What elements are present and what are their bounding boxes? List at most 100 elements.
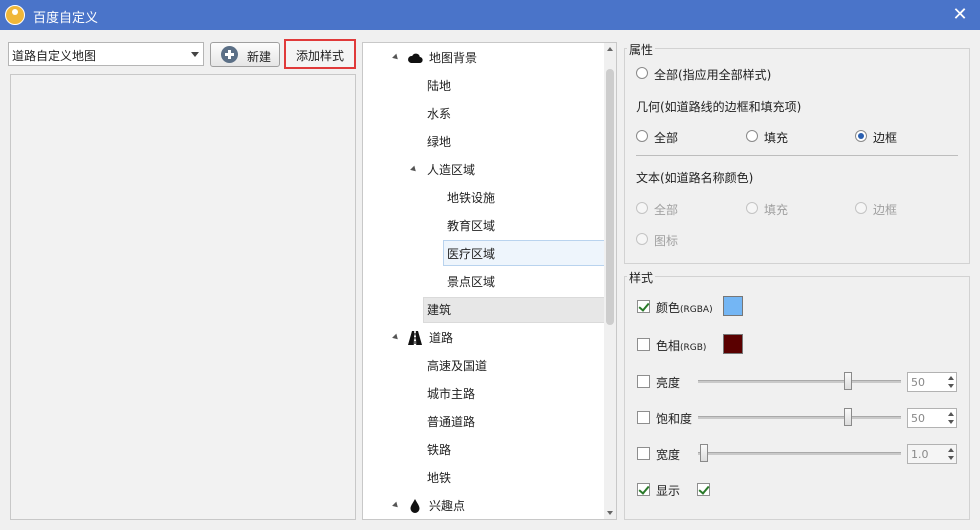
- apply-all-label: 全部(指应用全部样式): [654, 68, 772, 82]
- close-button[interactable]: ✕: [948, 3, 972, 27]
- scroll-down-icon[interactable]: [607, 511, 613, 515]
- width-value: 1.0: [911, 448, 929, 461]
- tree-item-local-road[interactable]: 普通道路: [427, 410, 577, 434]
- spin-up-icon[interactable]: [948, 448, 954, 452]
- tree-item-subway[interactable]: 地铁: [427, 466, 577, 490]
- tree-item-label: 兴趣点: [429, 499, 466, 513]
- width-slider-thumb[interactable]: [700, 444, 708, 462]
- tree-scrollbar[interactable]: [604, 43, 616, 519]
- chevron-down-icon: [191, 52, 199, 57]
- tree-item-map-background[interactable]: 地图背景: [392, 46, 593, 70]
- geometry-border-label: 边框: [873, 131, 898, 145]
- text-title: 文本(如道路名称颜色): [636, 171, 754, 185]
- tree-item-label: 绿地: [427, 135, 452, 149]
- tree-item-label: 普通道路: [427, 415, 476, 429]
- tree-item-medical[interactable]: 医疗区域: [447, 242, 597, 266]
- hue-checkbox[interactable]: [637, 338, 650, 351]
- visible-checkbox[interactable]: [637, 483, 650, 496]
- spin-up-icon[interactable]: [948, 376, 954, 380]
- style-title: 样式: [627, 269, 656, 286]
- plus-icon: [221, 46, 238, 63]
- geometry-fill-label: 填充: [764, 131, 789, 145]
- tree-item-road[interactable]: 道路: [392, 326, 593, 350]
- color-swatch[interactable]: [723, 296, 743, 316]
- properties-title: 属性: [627, 41, 656, 58]
- saturation-spinbox[interactable]: 50: [907, 408, 957, 428]
- tree-item-green[interactable]: 绿地: [427, 130, 577, 154]
- tree-item-label: 铁路: [427, 443, 452, 457]
- app-logo-icon: [5, 5, 25, 25]
- radio-text-fill[interactable]: [746, 202, 758, 214]
- tree-item-land[interactable]: 陆地: [427, 74, 577, 98]
- radio-text-all[interactable]: [636, 202, 648, 214]
- tree-item-label: 建筑: [427, 303, 452, 317]
- tree-item-label: 地铁: [427, 471, 452, 485]
- tree-item-label: 城市主路: [427, 387, 476, 401]
- radio-text-border[interactable]: [855, 202, 867, 214]
- expand-icon[interactable]: [392, 501, 400, 510]
- text-icon-label: 图标: [654, 234, 679, 248]
- brightness-slider-thumb[interactable]: [844, 372, 852, 390]
- expand-icon[interactable]: [410, 165, 418, 174]
- radio-apply-all[interactable]: [636, 67, 648, 79]
- width-slider[interactable]: [698, 452, 901, 455]
- tree-item-subway-facility[interactable]: 地铁设施: [447, 186, 597, 210]
- spin-down-icon[interactable]: [948, 456, 954, 460]
- tree-item-label: 陆地: [427, 79, 452, 93]
- tree-item-education[interactable]: 教育区域: [447, 214, 597, 238]
- spin-up-icon[interactable]: [948, 412, 954, 416]
- spin-down-icon[interactable]: [948, 420, 954, 424]
- radio-geometry-border[interactable]: [855, 130, 867, 142]
- geometry-all-label: 全部: [654, 131, 679, 145]
- window-title: 百度自定义: [33, 11, 99, 26]
- text-fill-label: 填充: [764, 203, 789, 217]
- brightness-slider[interactable]: [698, 380, 901, 383]
- tree-item-label: 地图背景: [429, 51, 478, 65]
- hue-swatch[interactable]: [723, 334, 743, 354]
- tree-item-poi[interactable]: 兴趣点: [392, 494, 593, 518]
- tree-item-scenic[interactable]: 景点区域: [447, 270, 597, 294]
- tree-item-highway[interactable]: 高速及国道: [427, 354, 577, 378]
- hue-label: 色相(RGB): [656, 339, 707, 353]
- width-label: 宽度: [656, 448, 681, 462]
- saturation-slider-thumb[interactable]: [844, 408, 852, 426]
- spin-down-icon[interactable]: [948, 384, 954, 388]
- add-style-button[interactable]: 添加样式: [284, 39, 356, 69]
- color-checkbox[interactable]: [637, 300, 650, 313]
- text-all-label: 全部: [654, 203, 679, 217]
- expand-icon[interactable]: [392, 53, 400, 62]
- cloud-icon: [407, 50, 423, 66]
- map-select[interactable]: 道路自定义地图: [8, 42, 204, 66]
- visible-label: 显示: [656, 484, 681, 498]
- saturation-checkbox[interactable]: [637, 411, 650, 424]
- saturation-label: 饱和度: [656, 412, 693, 426]
- tree-item-label: 高速及国道: [427, 359, 488, 373]
- tree-item-label: 地铁设施: [447, 191, 496, 205]
- brightness-spinbox[interactable]: 50: [907, 372, 957, 392]
- radio-geometry-fill[interactable]: [746, 130, 758, 142]
- radio-geometry-all[interactable]: [636, 130, 648, 142]
- width-checkbox[interactable]: [637, 447, 650, 460]
- tree-item-arterial[interactable]: 城市主路: [427, 382, 577, 406]
- tree-item-manmade[interactable]: 人造区域: [410, 158, 581, 182]
- scroll-up-icon[interactable]: [607, 47, 613, 51]
- color-label: 颜色(RGBA): [656, 301, 713, 315]
- radio-text-icon[interactable]: [636, 233, 648, 245]
- visible-value-checkbox[interactable]: [697, 483, 710, 496]
- scroll-thumb[interactable]: [606, 69, 614, 325]
- new-button[interactable]: 新建: [210, 42, 280, 67]
- brightness-checkbox[interactable]: [637, 375, 650, 388]
- width-spinbox[interactable]: 1.0: [907, 444, 957, 464]
- divider: [636, 155, 958, 156]
- tree-item-water[interactable]: 水系: [427, 102, 577, 126]
- tree-item-railway[interactable]: 铁路: [427, 438, 577, 462]
- saturation-slider[interactable]: [698, 416, 901, 419]
- expand-icon[interactable]: [392, 333, 400, 342]
- title-bar: 百度自定义 ✕: [0, 0, 980, 30]
- style-list-panel: [10, 74, 356, 520]
- road-icon: [407, 330, 423, 346]
- add-style-button-label: 添加样式: [296, 49, 345, 63]
- brightness-value: 50: [911, 376, 925, 389]
- new-button-label: 新建: [247, 50, 272, 64]
- tree-item-building[interactable]: 建筑: [427, 298, 577, 322]
